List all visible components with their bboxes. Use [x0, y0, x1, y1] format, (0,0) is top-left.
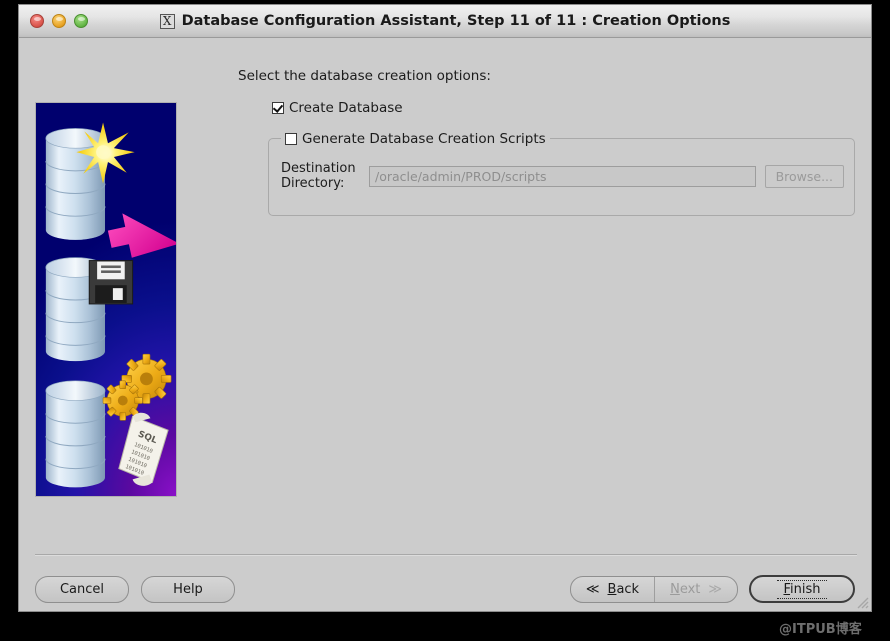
generate-scripts-legend[interactable]: Generate Database Creation Scripts: [281, 131, 550, 147]
wizard-footer: Cancel Help ≪ Back Next ≫ Finish: [19, 569, 871, 609]
illustration-svg: SQL 101010 101010 101010 101010: [45, 122, 176, 488]
pink-arrow-icon: [107, 213, 176, 258]
footer-left-buttons: Cancel Help: [35, 575, 235, 603]
wizard-body: SQL 101010 101010 101010 101010 Select t…: [19, 38, 871, 611]
window-controls: [30, 14, 88, 28]
back-button-label: Back: [608, 582, 640, 597]
footer-right-buttons: ≪ Back Next ≫ Finish: [569, 575, 855, 603]
generate-scripts-group: Generate Database Creation Scripts Desti…: [268, 131, 855, 216]
finish-button-label: Finish: [777, 579, 827, 599]
create-database-checkbox-row[interactable]: Create Database: [272, 100, 855, 116]
generate-scripts-checkbox[interactable]: [285, 133, 297, 145]
minimize-button[interactable]: [52, 14, 66, 28]
finish-button[interactable]: Finish: [749, 575, 855, 603]
generate-scripts-label: Generate Database Creation Scripts: [302, 131, 546, 147]
window-title: Database Configuration Assistant, Step 1…: [181, 13, 731, 29]
cancel-button[interactable]: Cancel: [35, 575, 129, 603]
maximize-button[interactable]: [74, 14, 88, 28]
watermark: @ITPUB博客: [779, 622, 862, 637]
next-button: Next ≫: [655, 577, 737, 602]
back-rest: ack: [616, 581, 640, 597]
wizard-illustration: SQL 101010 101010 101010 101010: [35, 102, 177, 497]
title-bar[interactable]: X Database Configuration Assistant, Step…: [19, 5, 871, 38]
resize-grip-icon[interactable]: [853, 593, 869, 609]
destination-directory-input[interactable]: /oracle/admin/PROD/scripts: [369, 165, 756, 187]
database-cylinder-2: [45, 257, 134, 362]
back-button[interactable]: ≪ Back: [571, 576, 656, 602]
next-button-label: Next: [670, 582, 700, 597]
close-button[interactable]: [30, 14, 44, 28]
create-database-label: Create Database: [289, 100, 403, 116]
create-database-checkbox[interactable]: [272, 102, 284, 114]
destination-label-line1: Destination: [281, 161, 356, 176]
screen: X Database Configuration Assistant, Step…: [0, 0, 890, 641]
destination-label-line2: Directory:: [281, 176, 345, 191]
x11-icon: X: [159, 13, 175, 29]
application-window: X Database Configuration Assistant, Step…: [18, 4, 872, 612]
footer-separator: [35, 554, 857, 556]
finish-rest: inish: [790, 581, 821, 597]
destination-row: Destination Directory: /oracle/admin/PRO…: [281, 161, 844, 191]
database-cylinder-3: SQL 101010 101010 101010 101010: [45, 353, 172, 488]
instruction-label: Select the database creation options:: [238, 68, 491, 84]
floppy-disk-icon: [88, 260, 134, 305]
browse-button[interactable]: Browse...: [764, 164, 844, 188]
options-panel: Select the database creation options: Cr…: [238, 68, 855, 216]
next-arrow-icon: ≫: [708, 581, 722, 597]
sql-scroll-icon: SQL 101010 101010 101010 101010: [118, 412, 169, 486]
destination-directory-label: Destination Directory:: [281, 161, 369, 191]
next-rest: ext: [679, 581, 701, 597]
next-mnemonic: N: [670, 581, 680, 597]
back-next-button-group: ≪ Back Next ≫: [569, 575, 738, 603]
help-button[interactable]: Help: [141, 575, 235, 603]
title-center: X Database Configuration Assistant, Step…: [19, 13, 871, 29]
back-arrow-icon: ≪: [585, 581, 600, 597]
